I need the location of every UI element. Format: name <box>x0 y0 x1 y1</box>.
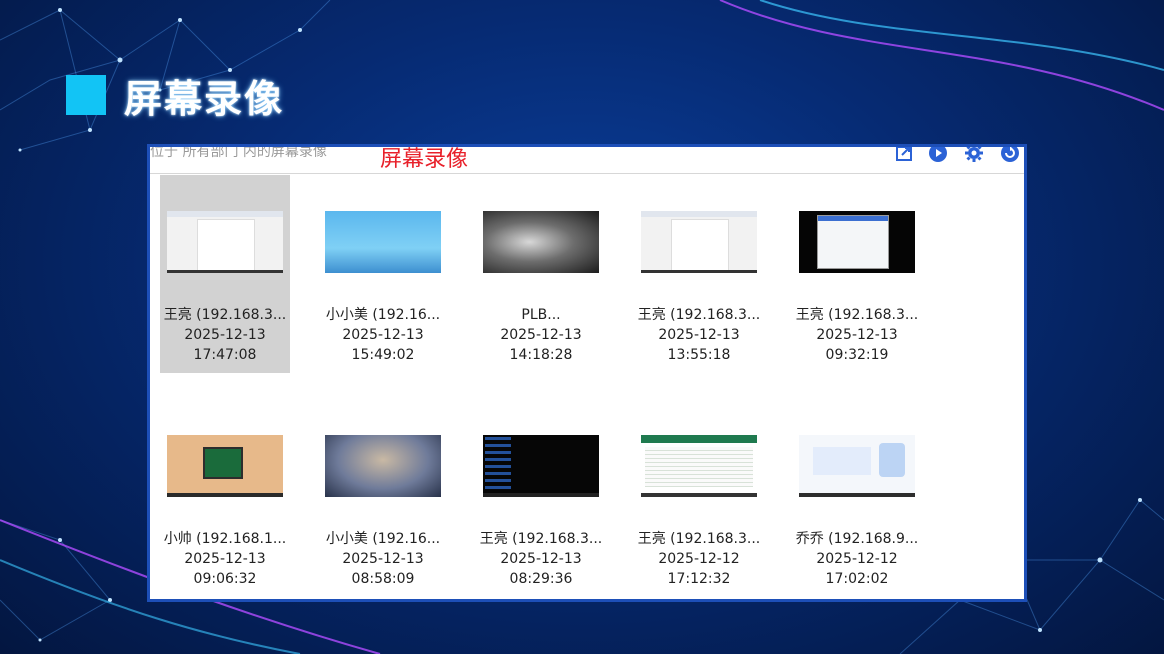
recording-thumbnail <box>483 211 599 273</box>
recording-time: 13:55:18 <box>667 347 731 363</box>
recording-tile[interactable]: PLB... 2025-12-13 14:18:28 <box>476 175 606 373</box>
overlay-title: 屏幕录像 <box>380 147 469 172</box>
recording-time: 14:18:28 <box>509 347 573 363</box>
recording-tile[interactable]: 王亮 (192.168.3... 2025-12-13 09:32:19 <box>792 175 922 373</box>
recording-tile[interactable]: 乔乔 (192.168.9... 2025-12-12 17:02:02 <box>792 399 922 597</box>
recording-date: 2025-12-13 <box>658 327 740 343</box>
recording-tile[interactable]: 王亮 (192.168.3... 2025-12-13 08:29:36 <box>476 399 606 597</box>
recording-tile[interactable]: 小小美 (192.16... 2025-12-13 08:58:09 <box>318 399 448 597</box>
recording-tile[interactable]: 王亮 (192.168.3... 2025-12-13 13:55:18 <box>634 175 764 373</box>
export-icon[interactable] <box>894 147 914 163</box>
breadcrumb: 位于 所有部门 内的屏幕录像 <box>150 144 327 160</box>
recording-name: 小帅 (192.168.1... <box>163 531 287 547</box>
recording-time: 15:49:02 <box>351 347 415 363</box>
recording-date: 2025-12-12 <box>816 551 898 567</box>
recording-thumbnail <box>799 211 915 273</box>
recording-date: 2025-12-13 <box>184 327 266 343</box>
recording-name: PLB... <box>521 307 561 323</box>
recording-time: 08:29:36 <box>509 571 573 587</box>
recording-name: 王亮 (192.168.3... <box>637 531 761 547</box>
recording-time: 09:06:32 <box>193 571 257 587</box>
recording-thumbnail <box>641 211 757 273</box>
recording-thumbnail <box>167 211 283 273</box>
recording-time: 17:47:08 <box>193 347 257 363</box>
recording-tile[interactable]: 王亮 (192.168.3... 2025-12-13 17:47:08 <box>160 175 290 373</box>
recording-date: 2025-12-13 <box>500 327 582 343</box>
play-icon[interactable] <box>928 147 948 163</box>
recording-tile[interactable]: 小帅 (192.168.1... 2025-12-13 09:06:32 <box>160 399 290 597</box>
recording-name: 小小美 (192.16... <box>325 307 441 323</box>
recording-time: 09:32:19 <box>825 347 889 363</box>
recording-name: 乔乔 (192.168.9... <box>795 531 919 547</box>
slide-title-text: 屏幕录像 <box>124 76 285 121</box>
recording-name: 小小美 (192.16... <box>325 531 441 547</box>
recording-date: 2025-12-13 <box>342 551 424 567</box>
recording-date: 2025-12-12 <box>658 551 740 567</box>
recording-time: 08:58:09 <box>351 571 415 587</box>
recording-date: 2025-12-13 <box>184 551 266 567</box>
recording-name: 王亮 (192.168.3... <box>637 307 761 323</box>
title-accent-square <box>66 75 106 115</box>
screen-recording-window: 位于 所有部门 内的屏幕录像 屏幕录像 王亮 (192.168.3... 202… <box>147 144 1027 602</box>
refresh-icon[interactable] <box>1000 147 1020 163</box>
recording-name: 王亮 (192.168.3... <box>163 307 287 323</box>
recording-thumbnail <box>167 435 283 497</box>
recording-tile[interactable]: 小小美 (192.16... 2025-12-13 15:49:02 <box>318 175 448 373</box>
recording-date: 2025-12-13 <box>342 327 424 343</box>
recording-name: 王亮 (192.168.3... <box>795 307 919 323</box>
slide-title: 屏幕录像 <box>66 74 284 121</box>
recording-thumbnail <box>641 435 757 497</box>
recording-thumbnail <box>483 435 599 497</box>
recording-date: 2025-12-13 <box>500 551 582 567</box>
recording-tile[interactable]: 王亮 (192.168.3... 2025-12-12 17:12:32 <box>634 399 764 597</box>
recording-date: 2025-12-13 <box>816 327 898 343</box>
recording-thumbnail <box>325 435 441 497</box>
recording-time: 17:12:32 <box>667 571 731 587</box>
recording-time: 17:02:02 <box>825 571 889 587</box>
recording-thumbnail <box>799 435 915 497</box>
recording-name: 王亮 (192.168.3... <box>479 531 603 547</box>
gear-icon[interactable] <box>964 147 984 163</box>
recording-thumbnail <box>325 211 441 273</box>
toolbar: 位于 所有部门 内的屏幕录像 屏幕录像 <box>150 147 1024 174</box>
